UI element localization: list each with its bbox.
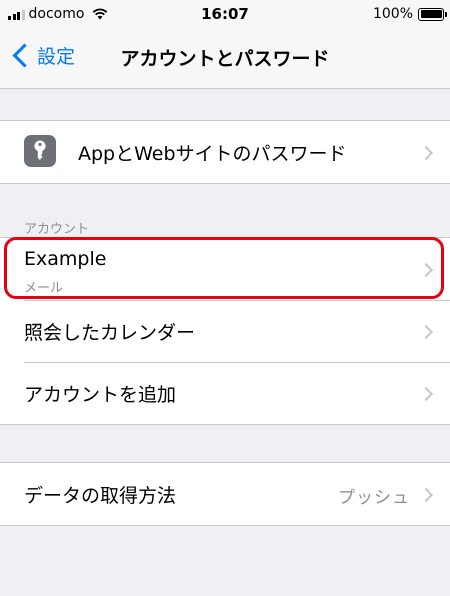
key-icon [24, 135, 56, 167]
fetch-new-data-value: プッシュ [338, 488, 410, 508]
battery-icon [418, 7, 447, 21]
fetch-new-data-label: データの取得方法 [24, 485, 177, 507]
fetch-group: データの取得方法 プッシュ [0, 462, 450, 526]
battery-percentage: 100% [372, 6, 413, 22]
subscribed-calendars-label: 照会したカレンダー [24, 322, 196, 344]
chevron-right-icon [418, 324, 434, 340]
chevron-right-icon [418, 262, 434, 278]
subscribed-calendars-row[interactable]: 照会したカレンダー [0, 300, 450, 362]
account-subtitle: メール [24, 281, 64, 296]
chevron-right-icon [418, 487, 434, 503]
accounts-group: Example メール 照会したカレンダー アカウントを追加 [0, 237, 450, 425]
add-account-row[interactable]: アカウントを追加 [0, 362, 450, 424]
page-title: アカウントとパスワード [120, 48, 330, 70]
passwords-group: AppとWebサイトのパスワード [0, 120, 450, 184]
chevron-right-icon [418, 145, 434, 161]
passwords-row[interactable]: AppとWebサイトのパスワード [0, 121, 450, 183]
chevron-right-icon [418, 386, 434, 402]
account-title: Example [24, 248, 107, 270]
fetch-new-data-row[interactable]: データの取得方法 プッシュ [0, 463, 450, 525]
accounts-section-header: アカウント [24, 222, 90, 237]
status-right: 100% [372, 6, 447, 22]
passwords-row-label: AppとWebサイトのパスワード [78, 143, 347, 165]
navigation-bar: 設定 アカウントとパスワード [0, 30, 450, 89]
status-bar: docomo 16:07 100% [0, 0, 450, 30]
add-account-label: アカウントを追加 [24, 384, 177, 406]
account-row-example[interactable]: Example メール [0, 238, 450, 300]
